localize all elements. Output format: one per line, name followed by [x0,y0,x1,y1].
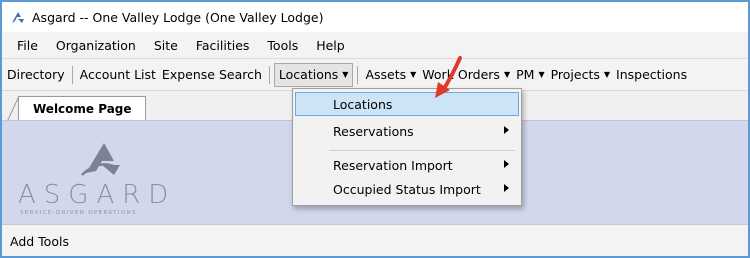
caret-down-icon: ▼ [503,70,511,79]
toolbar-pm-label: PM [516,67,535,82]
menu-organization[interactable]: Organization [47,38,145,53]
tab-welcome-page-label: Welcome Page [33,102,132,116]
dropdown-item-reservation-import-label: Reservation Import [333,157,453,173]
tab-welcome-page[interactable]: Welcome Page [18,96,146,122]
toolbar-account-list[interactable]: Account List [77,63,159,87]
menu-tools[interactable]: Tools [258,38,307,53]
menu-facilities[interactable]: Facilities [187,38,259,53]
toolbar-inspections-label: Inspections [616,67,688,82]
submenu-arrow-icon [504,160,509,168]
logo-wordmark: ASGARD [18,180,176,210]
toolbar-expense-search-label: Expense Search [161,67,262,82]
app-window: Asgard -- One Valley Lodge (One Valley L… [0,0,750,258]
caret-down-icon: ▼ [603,70,611,79]
toolbar-assets-dropdown[interactable]: Assets ▼ [362,63,419,87]
menu-file[interactable]: File [8,38,47,53]
toolbar-projects-label: Projects [550,67,600,82]
dropdown-item-reservations-label: Reservations [333,123,414,139]
caret-down-icon: ▼ [410,70,417,79]
toolbar-assets-label: Assets [365,67,407,82]
menu-help[interactable]: Help [307,38,354,53]
add-tools-label: Add Tools [10,234,69,249]
submenu-arrow-icon [504,126,509,134]
toolbar-expense-search[interactable]: Expense Search [159,63,265,87]
logo-tagline: SERVICE-DRIVEN OPERATIONS [20,210,137,216]
toolbar-directory[interactable]: Directory [4,63,68,87]
caret-down-icon: ▼ [342,70,349,79]
caret-down-icon: ▼ [538,70,545,79]
toolbar-locations-dropdown[interactable]: Locations ▼ [273,62,354,87]
toolbar-locations-label: Locations [278,67,339,82]
toolbar-account-list-label: Account List [79,67,156,82]
dropdown-item-locations-label: Locations [333,96,393,112]
asgard-app-icon [12,12,24,23]
toolbar-separator [357,65,359,84]
toolbar-projects-dropdown[interactable]: Projects ▼ [548,63,613,87]
dropdown-item-occupied-status-import[interactable]: Occupied Status Import [293,177,521,201]
window-title: Asgard -- One Valley Lodge (One Valley L… [32,9,324,25]
dropdown-item-reservation-import[interactable]: Reservation Import [293,153,521,177]
toolbar-directory-label: Directory [7,67,65,82]
add-tools-bar[interactable]: Add Tools [2,224,748,256]
dropdown-item-locations[interactable]: Locations [295,92,519,116]
toolbar-work-orders-dropdown[interactable]: Work Orders ▼ [419,63,513,87]
locations-dropdown-menu: Locations Reservations Reservation Impor… [292,88,522,206]
dropdown-item-reservations[interactable]: Reservations [293,119,521,143]
toolbar-separator [71,65,73,84]
asgard-logo: ASGARD SERVICE-DRIVEN OPERATIONS [18,143,176,216]
dropdown-separator [329,150,515,151]
toolbar-inspections-dropdown[interactable]: Inspections [613,63,690,87]
dropdown-item-occupied-status-import-label: Occupied Status Import [333,181,481,197]
toolbar: Directory Account List Expense Search Lo… [2,58,748,90]
toolbar-separator [268,65,270,84]
submenu-arrow-icon [504,184,509,192]
toolbar-work-orders-label: Work Orders [422,67,500,82]
menu-bar: File Organization Site Facilities Tools … [2,32,748,58]
title-bar: Asgard -- One Valley Lodge (One Valley L… [2,2,748,32]
menu-site[interactable]: Site [145,38,187,53]
toolbar-pm-dropdown[interactable]: PM ▼ [513,63,547,87]
